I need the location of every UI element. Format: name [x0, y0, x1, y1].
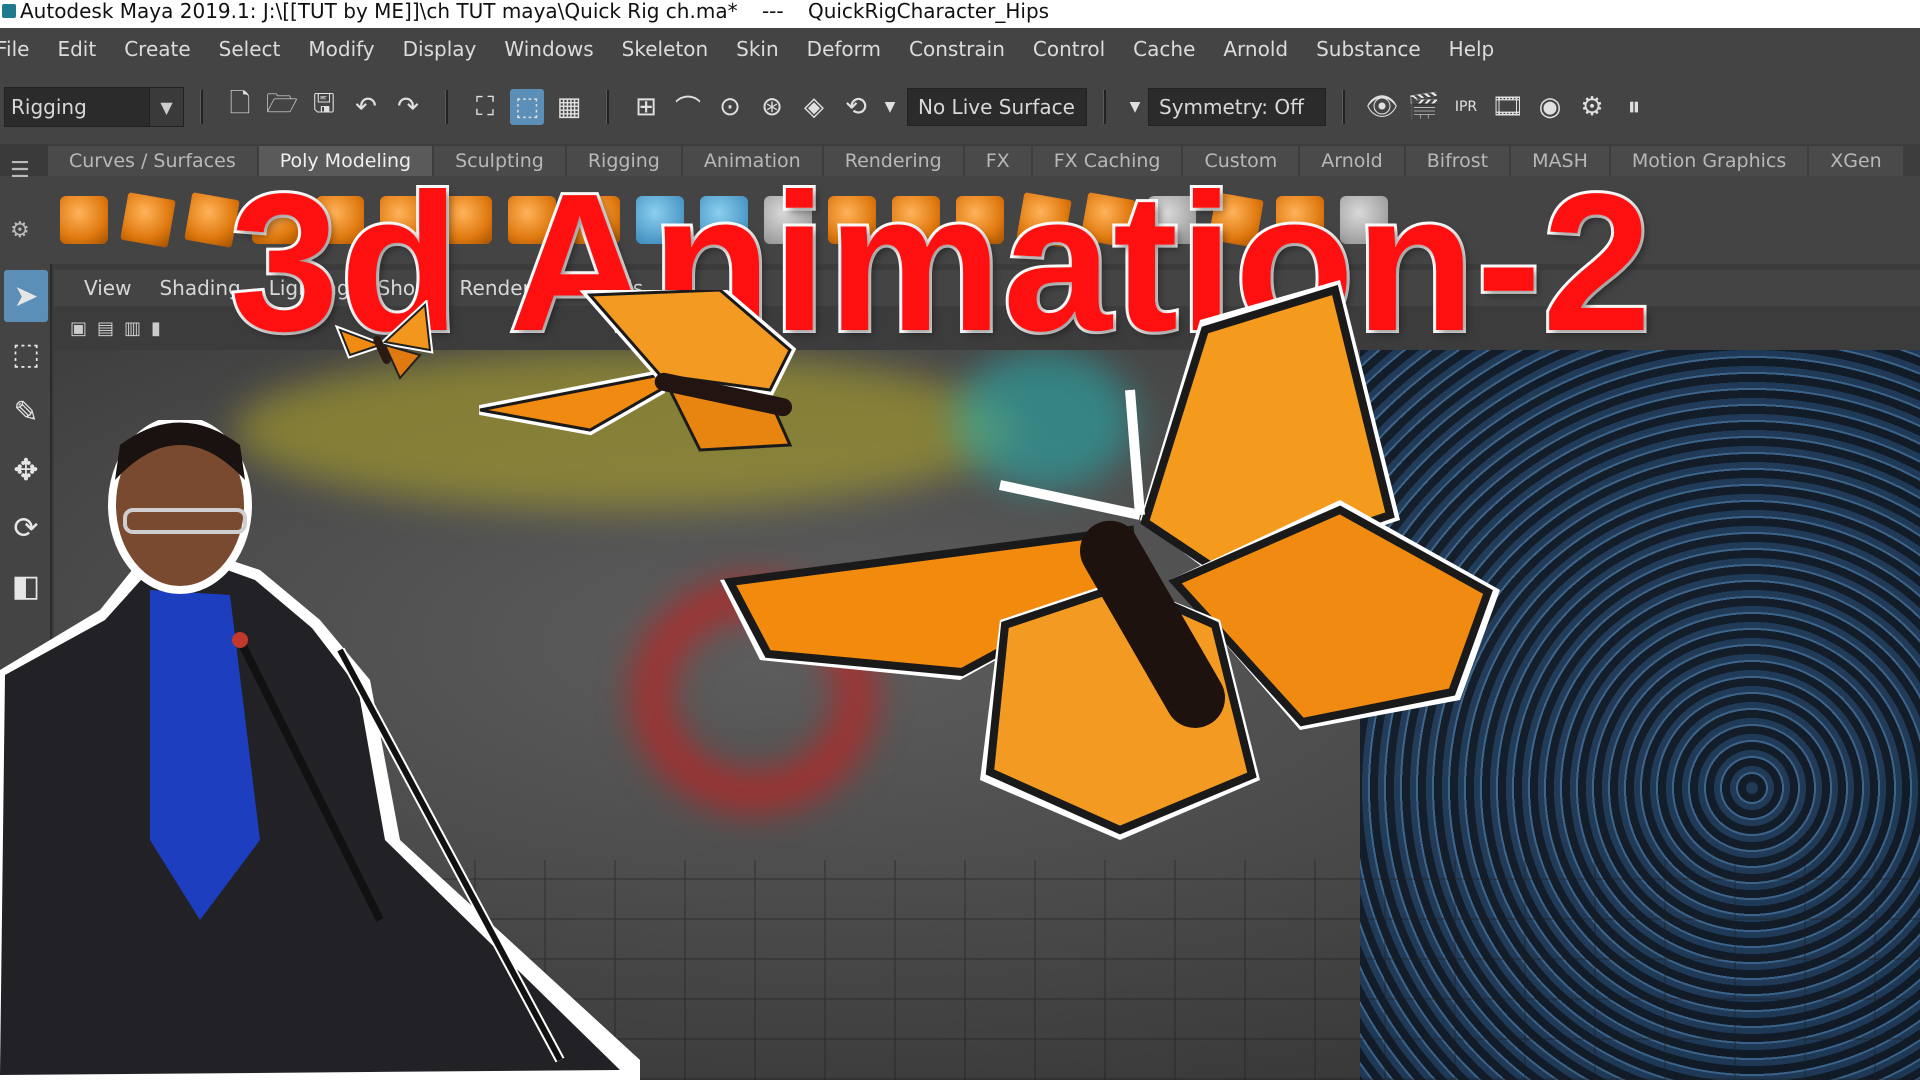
- open-scene-icon[interactable]: 🗁: [265, 89, 299, 125]
- menu-arnold[interactable]: Arnold: [1209, 37, 1302, 61]
- status-line: Rigging ▼ 🗋 🗁 🖫 ↶ ↷ ⛶ ⬚ ▦ ⊞ ⌒ ⊙ ⊛ ◈ ⟲ ▼ …: [0, 70, 1920, 144]
- presenter-photo: [0, 420, 640, 1080]
- camera-attributes-icon[interactable]: ▥: [124, 318, 141, 339]
- menu-cache[interactable]: Cache: [1119, 37, 1209, 61]
- select-tool-icon[interactable]: ➤: [4, 270, 48, 322]
- chevron-down-icon[interactable]: ▼: [1126, 89, 1144, 125]
- select-object-icon[interactable]: ⬚: [510, 89, 544, 125]
- butterfly-large: [720, 280, 1500, 840]
- divider: [445, 90, 448, 124]
- window-title: Autodesk Maya 2019.1: J:\[[TUT by ME]]\c…: [20, 0, 738, 23]
- tab-curves-surfaces[interactable]: Curves / Surfaces: [48, 146, 257, 176]
- snap-live-icon[interactable]: ⟲: [839, 89, 873, 125]
- menu-constrain[interactable]: Constrain: [895, 37, 1019, 61]
- snap-surface-icon[interactable]: ◈: [797, 89, 831, 125]
- menu-create[interactable]: Create: [110, 37, 204, 61]
- lasso-tool-icon[interactable]: ⬚: [4, 328, 48, 380]
- hypershade-icon[interactable]: ◉: [1533, 89, 1567, 125]
- pause-icon[interactable]: ⏸: [1617, 89, 1651, 125]
- select-component-icon[interactable]: ▦: [552, 89, 586, 125]
- gear-icon[interactable]: ⚙: [10, 218, 30, 243]
- shelf-menu-icon[interactable]: ☰: [10, 158, 30, 183]
- camera-lock-icon[interactable]: ▤: [97, 318, 114, 339]
- window-title-bar: Autodesk Maya 2019.1: J:\[[TUT by ME]]\c…: [0, 0, 1920, 28]
- menu-deform[interactable]: Deform: [793, 37, 895, 61]
- snap-grid-icon[interactable]: ⊞: [629, 89, 663, 125]
- menu-help[interactable]: Help: [1435, 37, 1509, 61]
- menu-skin[interactable]: Skin: [722, 37, 793, 61]
- render-settings-icon[interactable]: 👁: [1365, 89, 1399, 125]
- bookmark-icon[interactable]: ▮: [151, 318, 161, 339]
- menu-substance[interactable]: Substance: [1302, 37, 1435, 61]
- title-separator: ---: [761, 0, 784, 23]
- menu-set-dropdown[interactable]: Rigging ▼: [4, 87, 184, 127]
- render-view-icon[interactable]: 🎞: [1491, 89, 1525, 125]
- maya-app-icon: [2, 4, 16, 18]
- chevron-down-icon[interactable]: ▼: [881, 89, 899, 125]
- window-selection: QuickRigCharacter_Hips: [807, 0, 1050, 23]
- render-frame-icon[interactable]: 🎬: [1407, 89, 1441, 125]
- menu-modify[interactable]: Modify: [294, 37, 388, 61]
- camera-icon[interactable]: ▣: [70, 318, 87, 339]
- redo-icon[interactable]: ↷: [391, 89, 425, 125]
- menu-control[interactable]: Control: [1019, 37, 1119, 61]
- divider: [200, 90, 203, 124]
- ipr-render-icon[interactable]: IPR: [1449, 89, 1483, 125]
- snap-view-icon[interactable]: ⊛: [755, 89, 789, 125]
- divider: [606, 90, 609, 124]
- render-sequence-icon[interactable]: ⚙: [1575, 89, 1609, 125]
- panel-menu-view[interactable]: View: [54, 276, 145, 300]
- new-scene-icon[interactable]: 🗋: [223, 89, 257, 125]
- tab-xgen[interactable]: XGen: [1809, 146, 1903, 176]
- menu-file[interactable]: File: [0, 37, 43, 61]
- menu-set-value: Rigging: [11, 95, 87, 119]
- menu-select[interactable]: Select: [205, 37, 295, 61]
- menu-skeleton[interactable]: Skeleton: [608, 37, 722, 61]
- chevron-down-icon: ▼: [149, 88, 183, 126]
- menu-display[interactable]: Display: [389, 37, 491, 61]
- snap-curve-icon[interactable]: ⌒: [671, 89, 705, 125]
- live-surface-field[interactable]: No Live Surface: [907, 88, 1087, 126]
- poly-sphere-icon[interactable]: [60, 196, 108, 244]
- butterfly-small: [334, 300, 434, 380]
- divider: [1103, 90, 1106, 124]
- menu-windows[interactable]: Windows: [490, 37, 607, 61]
- main-menu-bar: File Edit Create Select Modify Display W…: [0, 28, 1920, 70]
- menu-edit[interactable]: Edit: [43, 37, 110, 61]
- snap-point-icon[interactable]: ⊙: [713, 89, 747, 125]
- select-hierarchy-icon[interactable]: ⛶: [468, 89, 502, 125]
- poly-cube-icon[interactable]: [120, 192, 176, 248]
- save-scene-icon[interactable]: 🖫: [307, 89, 341, 125]
- undo-icon[interactable]: ↶: [349, 89, 383, 125]
- divider: [1342, 90, 1345, 124]
- symmetry-field[interactable]: Symmetry: Off: [1148, 88, 1326, 126]
